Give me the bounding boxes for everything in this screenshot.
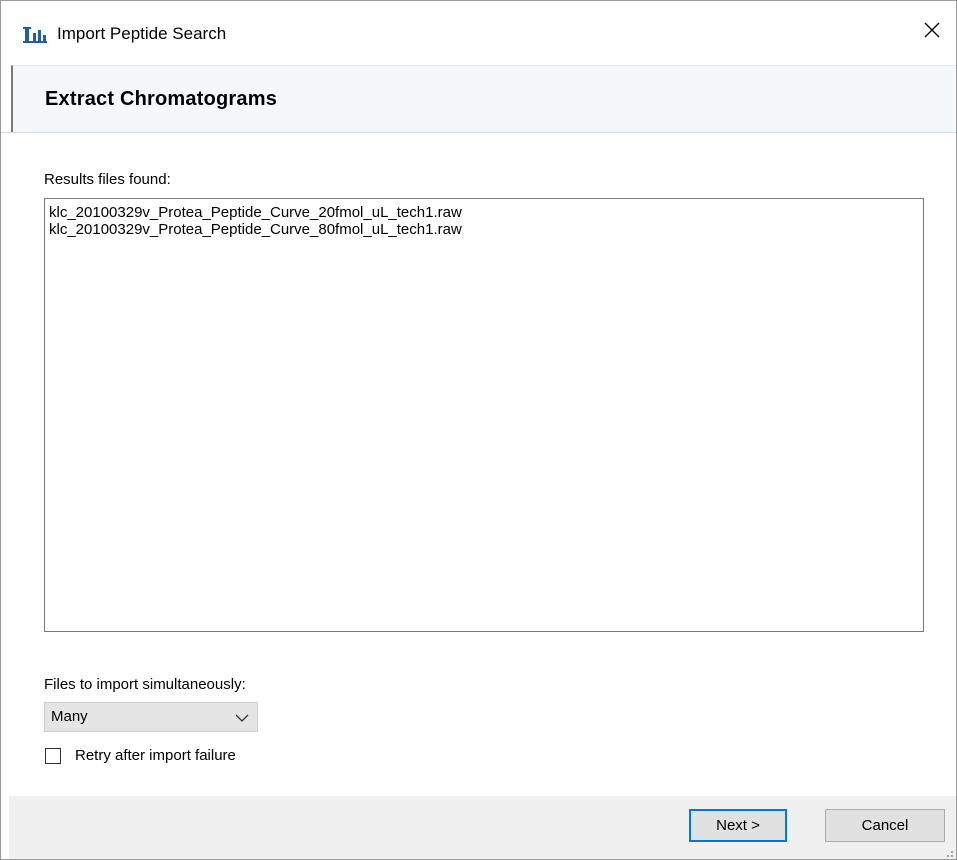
window-title: Import Peptide Search <box>57 24 227 43</box>
close-icon <box>924 22 940 43</box>
page-title: Extract Chromatograms <box>45 88 278 110</box>
files-simultaneous-dropdown[interactable]: Many <box>44 702 258 732</box>
resize-grip-icon[interactable] <box>942 845 954 857</box>
retry-checkbox[interactable] <box>45 748 61 764</box>
header-divider <box>1 132 956 133</box>
chevron-down-icon <box>235 711 249 723</box>
dropdown-selected-value: Many <box>51 708 88 725</box>
title-bar: Import Peptide Search <box>1 1 956 63</box>
retry-checkbox-label[interactable]: Retry after import failure <box>75 747 236 765</box>
dialog-footer: Next > Cancel <box>9 796 956 859</box>
list-item[interactable]: klc_20100329v_Protea_Peptide_Curve_80fmo… <box>49 221 923 238</box>
close-button[interactable] <box>908 11 956 53</box>
list-item[interactable]: klc_20100329v_Protea_Peptide_Curve_20fmo… <box>49 204 923 221</box>
page-header: Extract Chromatograms <box>11 65 956 132</box>
bar-chart-app-icon <box>23 25 47 43</box>
cancel-button[interactable]: Cancel <box>825 809 945 842</box>
results-files-label: Results files found: <box>44 171 171 188</box>
import-peptide-search-dialog: Import Peptide Search Extract Chromatogr… <box>0 0 957 860</box>
next-button[interactable]: Next > <box>689 809 787 842</box>
files-simultaneous-label: Files to import simultaneously: <box>44 676 246 693</box>
results-files-list[interactable]: klc_20100329v_Protea_Peptide_Curve_20fmo… <box>44 198 924 632</box>
